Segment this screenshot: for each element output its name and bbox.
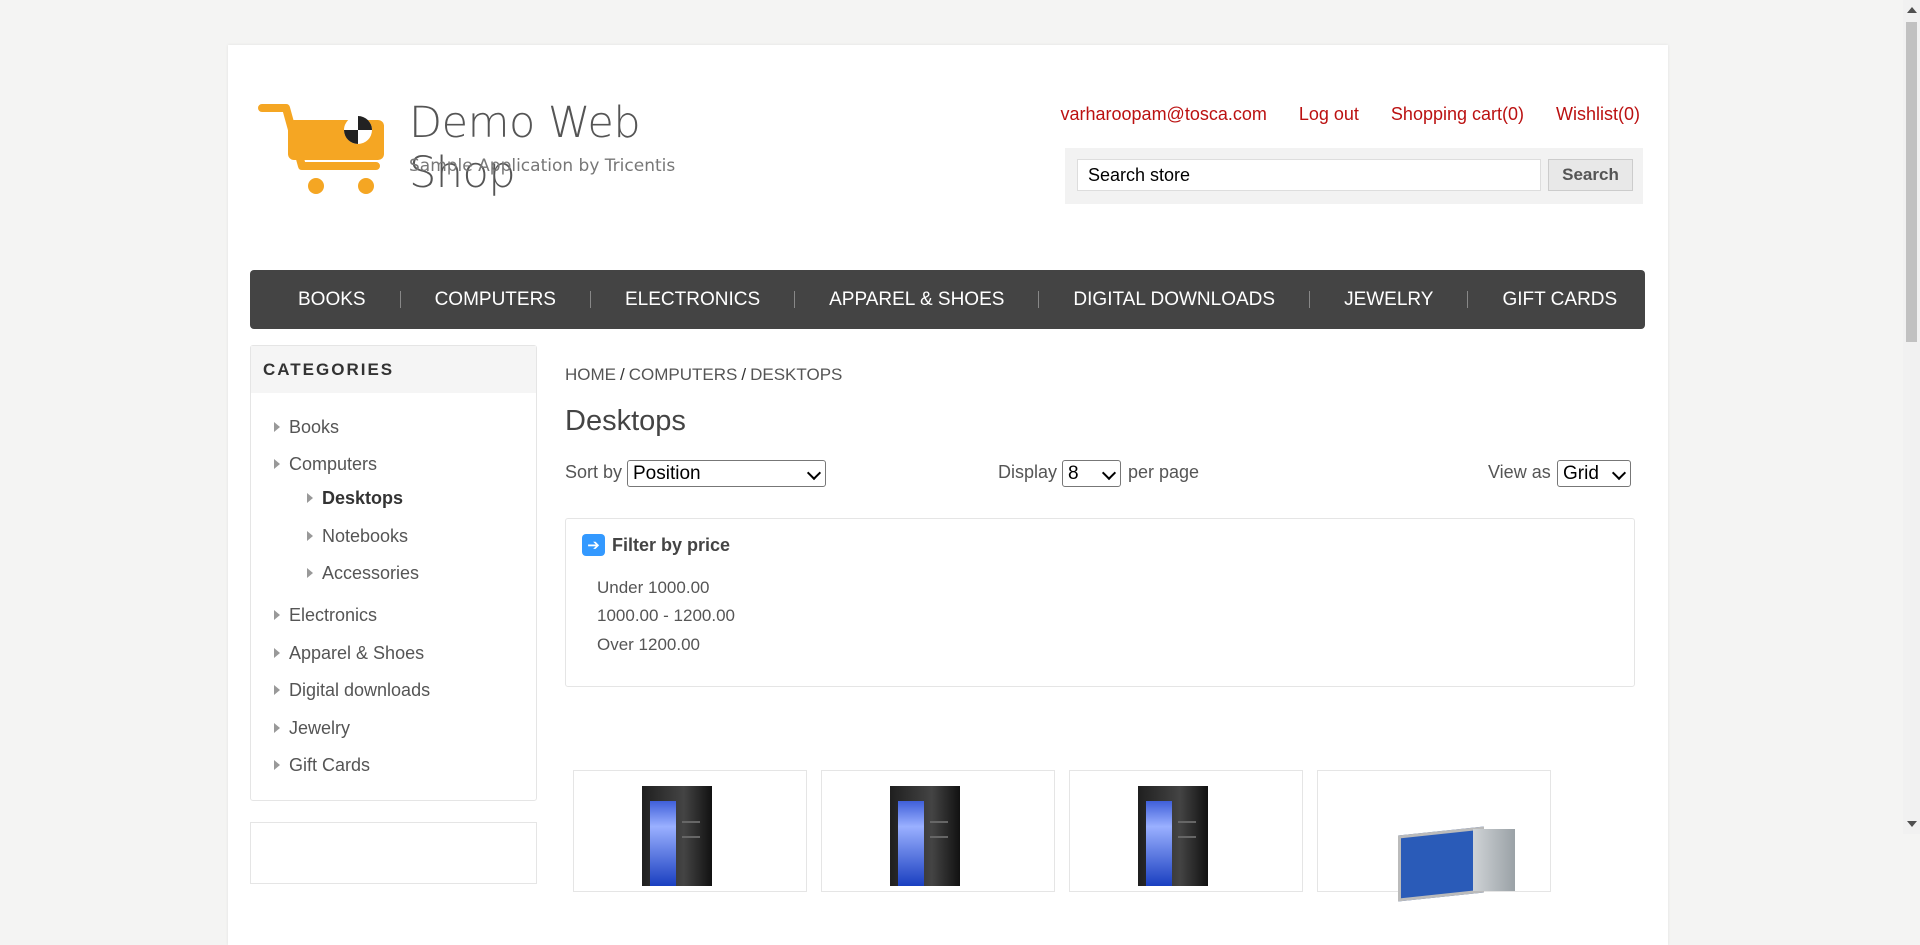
price-filter-label: Filter by price [612, 534, 731, 555]
category-jewelry[interactable]: Jewelry [273, 718, 350, 739]
categories-block: CATEGORIES Books Computers Desktops Note… [250, 345, 537, 801]
menu-separator [1309, 291, 1311, 308]
page-size-value: 8 [1068, 462, 1079, 484]
wishlist-link[interactable]: Wishlist(0) [1556, 104, 1640, 125]
shopping-cart-link[interactable]: Shopping cart(0) [1391, 104, 1524, 125]
cart-logo-icon [258, 104, 384, 194]
product-item[interactable] [821, 770, 1055, 892]
view-mode-select[interactable]: Grid [1557, 460, 1631, 487]
menu-computers[interactable]: COMPUTERS [415, 289, 576, 311]
menu-electronics[interactable]: ELECTRONICS [605, 289, 780, 311]
breadcrumb-home[interactable]: HOME [565, 365, 616, 384]
logo-subtitle: Sample Application by Tricentis [409, 156, 676, 176]
breadcrumb-separator: / [741, 365, 747, 384]
menu-separator [1038, 291, 1040, 308]
product-item[interactable] [573, 770, 807, 892]
menu-apparel-shoes[interactable]: APPAREL & SHOES [809, 289, 1024, 311]
price-filter: ➔ Filter by price Under 1000.00 1000.00 … [565, 518, 1635, 687]
price-range-1000-1200[interactable]: 1000.00 - 1200.00 [597, 606, 735, 626]
search-input[interactable] [1077, 159, 1541, 191]
search-button[interactable]: Search [1548, 159, 1633, 191]
header-links: varharoopam@tosca.com Log out Shopping c… [1061, 104, 1641, 125]
shop-logo[interactable]: Demo Web Shop Sample Application by Tric… [258, 98, 718, 200]
breadcrumb-separator: / [620, 365, 625, 384]
arrow-right-icon: ➔ [582, 534, 605, 556]
category-notebooks[interactable]: Notebooks [306, 526, 408, 547]
breadcrumb: HOME / COMPUTERS / DESKTOPS [565, 365, 842, 385]
menu-separator [399, 291, 401, 308]
price-range-under-1000[interactable]: Under 1000.00 [597, 578, 709, 598]
menu-gift-cards[interactable]: GIFT CARDS [1482, 289, 1637, 311]
scroll-down-icon[interactable] [1907, 821, 1917, 827]
chevron-down-icon [1611, 465, 1627, 481]
scroll-up-icon[interactable] [1907, 7, 1917, 13]
search-box: Search [1065, 148, 1643, 204]
category-accessories[interactable]: Accessories [306, 563, 419, 584]
menu-jewelry[interactable]: JEWELRY [1324, 289, 1453, 311]
category-electronics[interactable]: Electronics [273, 605, 377, 626]
category-digital-downloads[interactable]: Digital downloads [273, 680, 430, 701]
display-label: Display [998, 462, 1058, 482]
breadcrumb-computers[interactable]: COMPUTERS [629, 365, 738, 384]
sidebar-block-secondary [250, 822, 537, 884]
page-container: Demo Web Shop Sample Application by Tric… [228, 45, 1668, 945]
chevron-down-icon [1101, 465, 1117, 481]
category-apparel-shoes[interactable]: Apparel & Shoes [273, 643, 424, 664]
category-computers[interactable]: Computers [273, 454, 377, 475]
view-mode-value: Grid [1563, 462, 1599, 484]
scrollbar-thumb[interactable] [1906, 22, 1917, 342]
page-title: Desktops [565, 405, 686, 437]
sort-by-label: Sort by [565, 462, 623, 482]
product-image[interactable] [1138, 786, 1208, 886]
logout-link[interactable]: Log out [1299, 104, 1359, 125]
account-email-link[interactable]: varharoopam@tosca.com [1061, 104, 1267, 125]
breadcrumb-current: DESKTOPS [750, 365, 843, 384]
menu-digital-downloads[interactable]: DIGITAL DOWNLOADS [1053, 289, 1295, 311]
page-size-select[interactable]: 8 [1062, 460, 1121, 487]
vertical-scrollbar[interactable] [1903, 0, 1920, 834]
price-range-over-1200[interactable]: Over 1200.00 [597, 635, 700, 655]
logo-title: Demo Web Shop [409, 98, 641, 198]
categories-title: CATEGORIES [251, 346, 536, 393]
product-options: Sort by Position Display 8 per page View… [565, 460, 1635, 490]
chevron-down-icon [806, 465, 822, 481]
product-image[interactable] [642, 786, 712, 886]
category-gift-cards[interactable]: Gift Cards [273, 755, 370, 776]
product-image[interactable] [890, 786, 960, 886]
view-as-label: View as [1488, 462, 1551, 482]
sort-by-value: Position [633, 462, 701, 484]
price-filter-title: ➔ Filter by price [582, 534, 730, 556]
category-books[interactable]: Books [273, 417, 339, 438]
category-desktops[interactable]: Desktops [306, 488, 403, 509]
menu-books[interactable]: BOOKS [278, 289, 386, 311]
product-item[interactable] [1317, 770, 1551, 902]
product-item[interactable] [1069, 770, 1303, 892]
top-menu: BOOKS COMPUTERS ELECTRONICS APPAREL & SH… [250, 270, 1645, 329]
menu-separator [1467, 291, 1469, 308]
menu-separator [794, 291, 796, 308]
menu-separator [589, 291, 591, 308]
per-page-label: per page [1128, 462, 1200, 482]
sort-by-select[interactable]: Position [627, 460, 826, 487]
